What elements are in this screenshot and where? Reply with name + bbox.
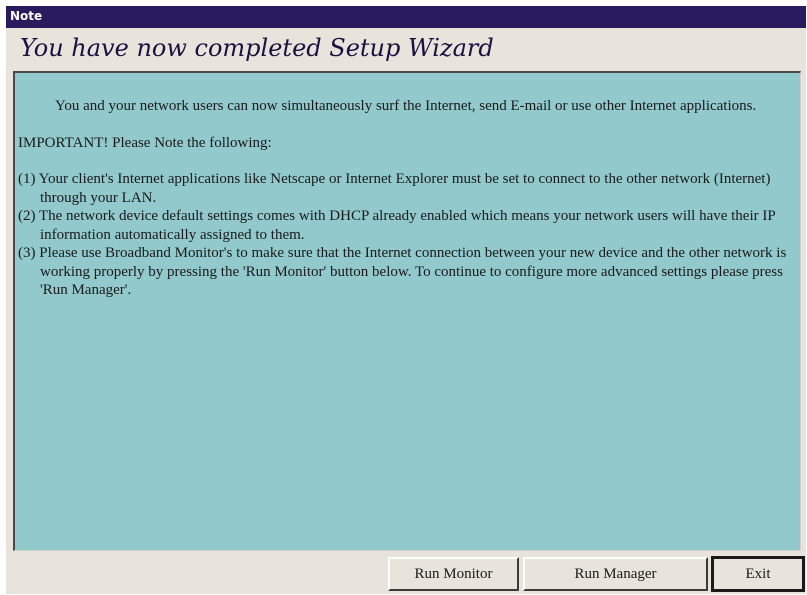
button-bar: Run Monitor Run Manager Exit bbox=[6, 551, 806, 594]
run-manager-button[interactable]: Run Manager bbox=[523, 557, 708, 591]
page-title: You have now completed Setup Wizard bbox=[20, 34, 494, 62]
message-panel: You and your network users can now simul… bbox=[13, 71, 801, 551]
notes-list: (1) Your client's Internet applications … bbox=[18, 170, 794, 300]
title-bar[interactable]: Note bbox=[6, 6, 806, 28]
important-heading: IMPORTANT! Please Note the following: bbox=[18, 134, 272, 151]
setup-wizard-dialog: Note You have now completed Setup Wizard… bbox=[6, 6, 806, 594]
list-item: (2) The network device default settings … bbox=[18, 208, 776, 243]
list-item: (3) Please use Broadband Monitor's to ma… bbox=[18, 245, 787, 298]
intro-paragraph: You and your network users can now simul… bbox=[55, 98, 757, 114]
exit-button[interactable]: Exit bbox=[711, 556, 805, 592]
message-text: You and your network users can now simul… bbox=[18, 97, 794, 300]
window-title: Note bbox=[10, 9, 43, 23]
run-monitor-button[interactable]: Run Monitor bbox=[388, 557, 519, 591]
list-item: (1) Your client's Internet applications … bbox=[18, 171, 771, 206]
